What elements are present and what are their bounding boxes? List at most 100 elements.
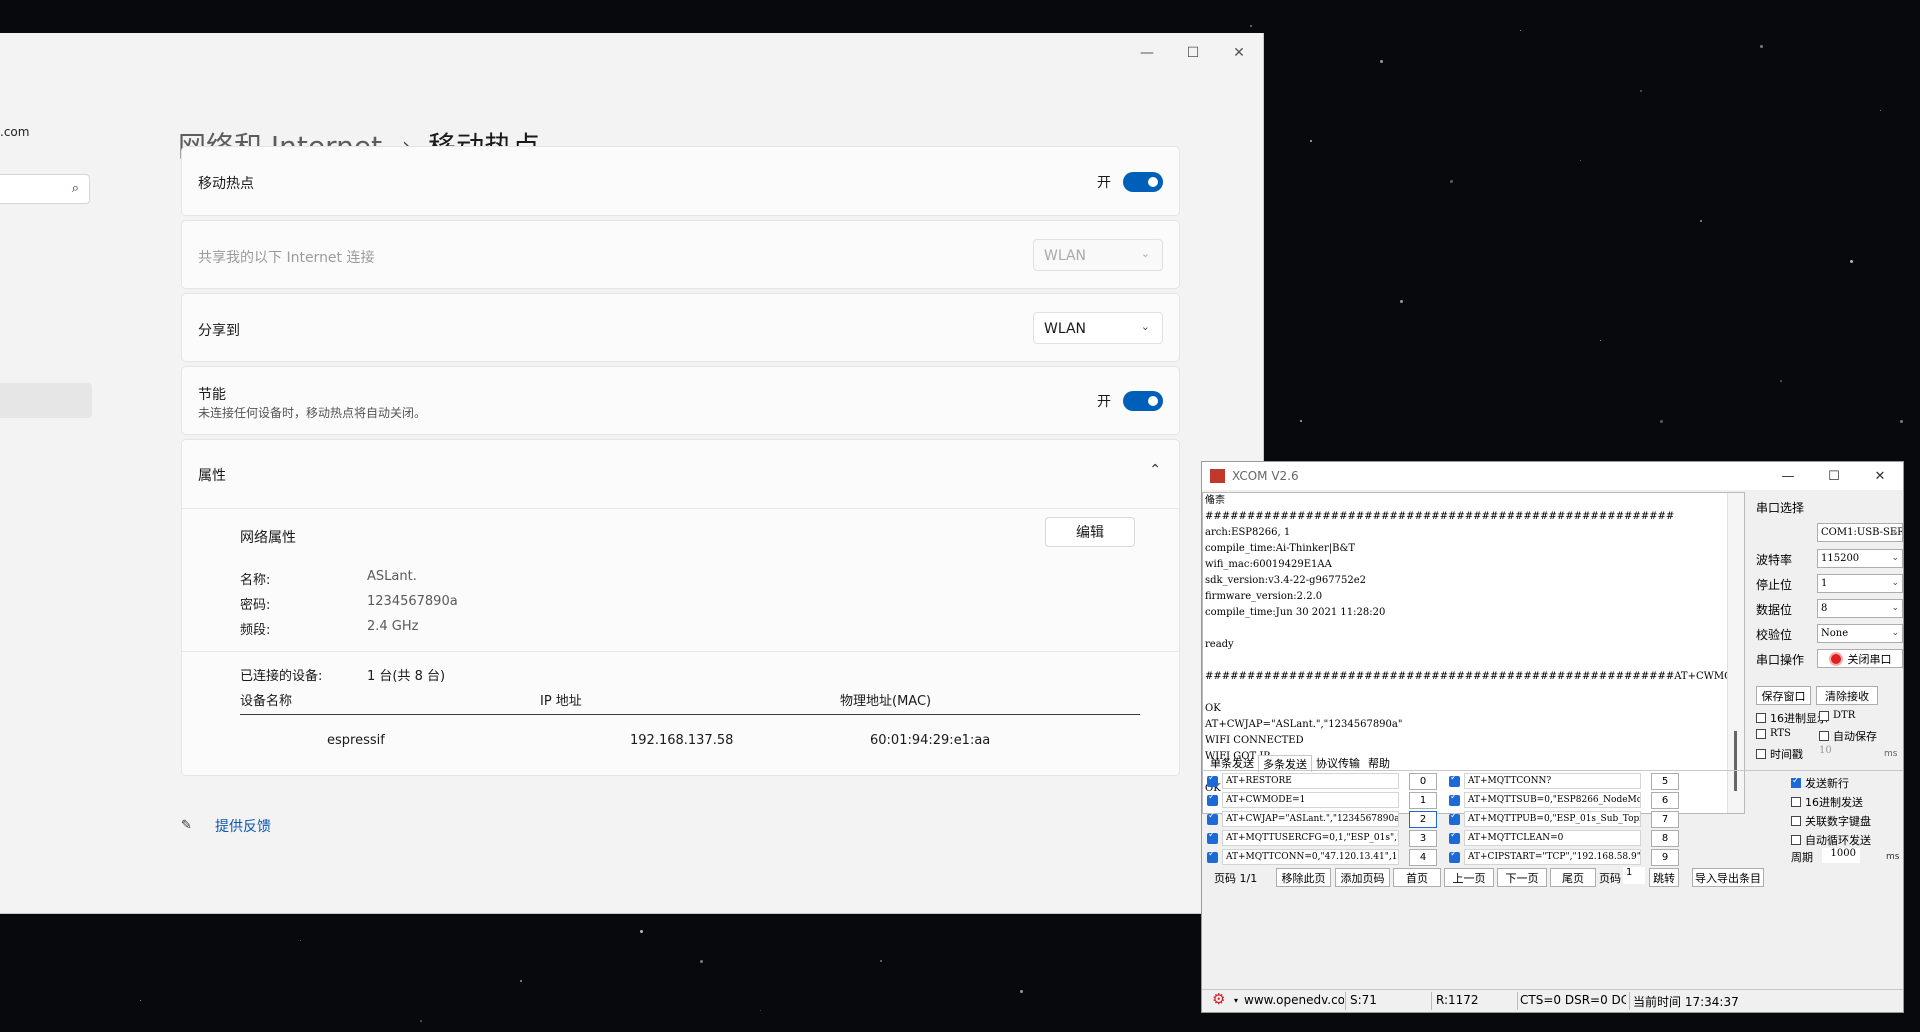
star	[1780, 380, 1782, 382]
maximize-button[interactable]: ☐	[1170, 37, 1216, 69]
checkbox-box[interactable]	[1819, 710, 1829, 721]
row-enable-checkbox[interactable]	[1449, 773, 1460, 787]
first-page-button[interactable]: 首页	[1393, 868, 1441, 887]
send-row-button[interactable]: 7	[1651, 811, 1679, 828]
stop-bits-select[interactable]: 1 ⌄	[1817, 574, 1903, 593]
send-row-button[interactable]: 3	[1409, 830, 1437, 847]
line-status: CTS=0 DSR=0 DCD=0	[1520, 993, 1626, 1007]
add-page-button[interactable]: 添加页码	[1335, 868, 1390, 887]
row-enable-checkbox[interactable]	[1207, 773, 1218, 787]
tab-single-send[interactable]: 单条发送	[1206, 755, 1258, 771]
connected-devices-label: 已连接的设备:	[240, 669, 323, 684]
feedback-label[interactable]: 提供反馈	[215, 816, 271, 836]
chevron-down-icon[interactable]: ▾	[1234, 996, 1238, 1005]
checkbox-box[interactable]	[1791, 816, 1801, 826]
hex-display-checkbox[interactable]: 16进制显示	[1756, 710, 1828, 726]
hex-send-checkbox[interactable]: 16进制发送	[1791, 794, 1863, 810]
share-to-dropdown[interactable]: WLAN ⌄	[1033, 312, 1163, 344]
goto-input[interactable]: 1	[1623, 867, 1645, 884]
receive-scrollbar[interactable]	[1727, 493, 1744, 813]
sidebar-selected-item[interactable]	[0, 383, 92, 418]
row-enable-checkbox[interactable]	[1207, 811, 1218, 825]
row-enable-checkbox[interactable]	[1449, 811, 1460, 825]
scrollbar-thumb[interactable]	[1734, 731, 1737, 791]
maximize-button[interactable]: ☐	[1811, 462, 1857, 490]
power-saving-toggle[interactable]	[1123, 391, 1163, 411]
send-row-button[interactable]: 4	[1409, 849, 1437, 866]
settings-gear-icon[interactable]: ⚙	[1212, 990, 1225, 1008]
close-button[interactable]: ✕	[1216, 37, 1262, 69]
command-input[interactable]: AT+CIPSTART="TCP","192.168.58.9",808	[1464, 849, 1641, 865]
minimize-button[interactable]: —	[1124, 37, 1170, 69]
checkbox-box[interactable]	[1756, 713, 1766, 723]
baud-select[interactable]: 115200 ⌄	[1817, 549, 1903, 568]
checkbox-box[interactable]	[1791, 776, 1801, 788]
send-row-button[interactable]: 1	[1409, 792, 1437, 809]
checkbox-box[interactable]	[1756, 728, 1766, 739]
import-export-button[interactable]: 导入导出条目	[1692, 868, 1764, 887]
send-row-button[interactable]: 0	[1409, 773, 1437, 790]
send-row-button[interactable]: 9	[1651, 849, 1679, 866]
sidebar-search-input[interactable]: ⌕	[0, 174, 90, 204]
chevron-up-icon[interactable]: ⌃	[1149, 462, 1161, 478]
tab-protocol[interactable]: 协议传输	[1312, 755, 1364, 771]
send-row-button[interactable]: 2	[1409, 811, 1437, 828]
period-input[interactable]: 1000	[1822, 848, 1860, 863]
row-enable-checkbox[interactable]	[1449, 830, 1460, 844]
next-page-button[interactable]: 下一页	[1497, 868, 1547, 887]
link-keyboard-checkbox[interactable]: 关联数字键盘	[1791, 813, 1871, 829]
parity-select[interactable]: None ⌄	[1817, 624, 1903, 643]
row-enable-checkbox[interactable]	[1207, 849, 1218, 863]
search-icon[interactable]: ⌕	[72, 181, 79, 196]
send-row-button[interactable]: 6	[1651, 792, 1679, 809]
baud-value: 115200	[1821, 553, 1860, 564]
prev-page-button[interactable]: 上一页	[1444, 868, 1494, 887]
command-input[interactable]: AT+MQTTPUB=0,"ESP_01s_Sub_Topic","LE	[1464, 811, 1641, 827]
auto-save-checkbox[interactable]: 自动保存	[1819, 728, 1877, 744]
minimize-button[interactable]: —	[1765, 462, 1811, 490]
clear-receive-button[interactable]: 清除接收	[1816, 686, 1878, 705]
command-input[interactable]: AT+RESTORE	[1222, 773, 1399, 789]
feedback-link[interactable]: ✎ 提供反馈	[181, 816, 271, 836]
properties-label[interactable]: 属性	[198, 465, 226, 485]
receive-line: ready	[1205, 639, 1234, 650]
close-button[interactable]: ✕	[1857, 462, 1903, 490]
dtr-checkbox[interactable]: DTR	[1819, 710, 1855, 721]
website-link[interactable]: www.openedv.com	[1244, 993, 1344, 1007]
send-row-button[interactable]: 8	[1651, 830, 1679, 847]
jump-button[interactable]: 跳转	[1649, 868, 1679, 887]
rts-checkbox[interactable]: RTS	[1756, 728, 1791, 739]
close-port-button[interactable]: 关闭串口	[1817, 649, 1903, 668]
last-page-button[interactable]: 尾页	[1550, 868, 1596, 887]
row-enable-checkbox[interactable]	[1207, 792, 1218, 806]
remove-page-button[interactable]: 移除此页	[1276, 868, 1331, 887]
data-bits-select[interactable]: 8 ⌄	[1817, 599, 1903, 618]
command-input[interactable]: AT+CWJAP="ASLant.","1234567890a"	[1222, 811, 1399, 827]
command-input[interactable]: AT+MQTTCLEAN=0	[1464, 830, 1641, 846]
checkbox-box[interactable]	[1791, 835, 1801, 845]
link-keyboard-label: 关联数字键盘	[1805, 815, 1871, 828]
command-input[interactable]: AT+MQTTSUB=0,"ESP8266_NodeMcu_Pub_To	[1464, 792, 1641, 808]
port-select[interactable]: COM1:USB-SERIAL CH340⌄	[1817, 523, 1903, 542]
row-enable-checkbox[interactable]	[1449, 849, 1460, 863]
timestamp-input[interactable]: 10	[1819, 745, 1855, 760]
command-input[interactable]: AT+MQTTCONN=0,"47.120.13.41",1883,0	[1222, 849, 1399, 865]
hotspot-toggle[interactable]	[1123, 172, 1163, 192]
share-from-dropdown[interactable]: WLAN ⌄	[1033, 239, 1163, 271]
auto-loop-checkbox[interactable]: 自动循环发送	[1791, 832, 1871, 848]
send-newline-checkbox[interactable]: 发送新行	[1791, 775, 1849, 791]
edit-button[interactable]: 编辑	[1045, 517, 1135, 547]
command-input[interactable]: AT+MQTTCONN?	[1464, 773, 1641, 789]
command-input[interactable]: AT+MQTTUSERCFG=0,1,"ESP_01s","userna	[1222, 830, 1399, 846]
checkbox-box[interactable]	[1819, 731, 1829, 741]
save-window-button[interactable]: 保存窗口	[1756, 686, 1811, 705]
checkbox-box[interactable]	[1756, 749, 1766, 759]
row-enable-checkbox[interactable]	[1449, 792, 1460, 806]
timestamp-checkbox[interactable]: 时间戳	[1756, 746, 1803, 762]
command-input[interactable]: AT+CWMODE=1	[1222, 792, 1399, 808]
checkbox-box[interactable]	[1791, 797, 1801, 807]
row-enable-checkbox[interactable]	[1207, 830, 1218, 844]
tab-help[interactable]: 帮助	[1364, 755, 1394, 771]
star	[1700, 220, 1702, 222]
send-row-button[interactable]: 5	[1651, 773, 1679, 790]
